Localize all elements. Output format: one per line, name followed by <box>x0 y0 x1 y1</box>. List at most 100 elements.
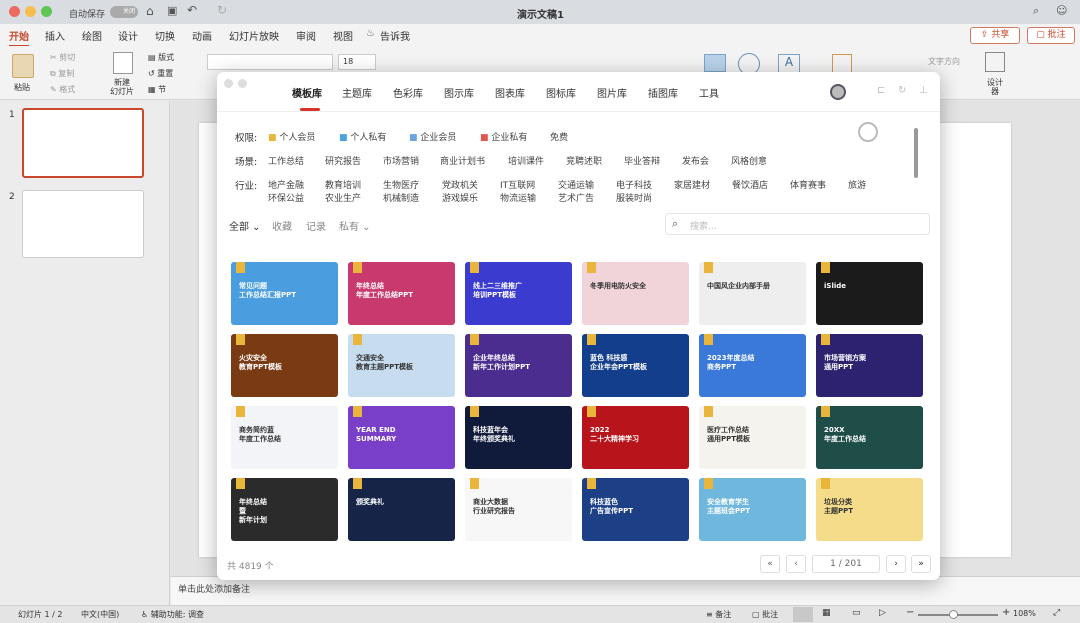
template-card[interactable]: 常见问题 工作总结汇报PPT <box>231 262 338 325</box>
template-card[interactable]: 科技蓝色 广告宣传PPT <box>582 478 689 541</box>
industry-item[interactable]: 餐饮酒店 <box>732 178 768 191</box>
cut-button[interactable]: ✂ 剪切 <box>50 52 75 63</box>
industry-item[interactable]: 环保公益 <box>268 191 304 202</box>
tell-me-search[interactable]: 告诉我 <box>380 28 410 43</box>
zoom-out-icon[interactable]: − <box>906 607 914 618</box>
scene-item[interactable]: 风格创意 <box>731 154 767 167</box>
slide-sorter-icon[interactable]: ▦ <box>822 608 831 618</box>
subtab-private[interactable]: 私有 ⌄ <box>339 218 371 233</box>
filter-enterprise-private[interactable]: ■ 企业私有 <box>480 130 527 143</box>
home-icon[interactable]: ⌂ <box>146 4 154 18</box>
ribbon-tab-draw[interactable]: 绘图 <box>82 28 102 43</box>
search-icon[interactable]: ⌕ <box>1033 4 1039 18</box>
comments-toggle[interactable]: ▢ 批注 <box>752 609 778 620</box>
filter-enterprise-member[interactable]: ■ 企业会员 <box>409 130 456 143</box>
normal-view-icon[interactable] <box>793 607 813 622</box>
tab-themes[interactable]: 主题库 <box>342 85 372 100</box>
template-card[interactable]: 20XX 年度工作总结 <box>816 406 923 469</box>
account-icon[interactable]: ☺ <box>1056 4 1067 17</box>
filter-personal-private[interactable]: ■ 个人私有 <box>339 130 386 143</box>
template-card[interactable]: 交通安全 教育主题PPT模板 <box>348 334 455 397</box>
template-card[interactable]: 商业大数据 行业研究报告 <box>465 478 572 541</box>
arrange-icon[interactable] <box>832 54 852 74</box>
reset-button[interactable]: ↺ 重置 <box>148 68 173 79</box>
collapse-icon[interactable]: ⊏ <box>877 85 885 96</box>
template-card[interactable]: 年终总结 暨 新年计划 <box>231 478 338 541</box>
layout-button[interactable]: ▤ 版式 <box>148 52 174 63</box>
notes-toggle[interactable]: ≡ 备注 <box>706 609 731 620</box>
industry-item[interactable]: 机械制造 <box>383 191 419 202</box>
format-painter-button[interactable]: ✎ 格式 <box>50 84 75 95</box>
next-page-button[interactable]: › <box>886 555 906 573</box>
template-card[interactable]: 中国风企业内部手册 <box>699 262 806 325</box>
template-card[interactable]: 企业年终总结 新年工作计划PPT <box>465 334 572 397</box>
template-card[interactable]: 颁奖典礼 <box>348 478 455 541</box>
tab-pictures[interactable]: 图片库 <box>597 85 627 100</box>
accessibility-status[interactable]: ♿ 辅助功能: 调查 <box>141 609 204 620</box>
zoom-slider[interactable] <box>918 614 998 616</box>
template-card[interactable]: 冬季用电防火安全 <box>582 262 689 325</box>
close-window-button[interactable] <box>9 6 20 17</box>
template-card[interactable]: 火灾安全 教育PPT模板 <box>231 334 338 397</box>
industry-item[interactable]: 交通运输 <box>558 178 594 191</box>
filter-scrollbar[interactable] <box>914 128 918 178</box>
industry-item[interactable]: 服装时尚 <box>616 191 652 202</box>
subtab-all[interactable]: 全部 ⌄ <box>229 218 261 233</box>
ribbon-tab-design[interactable]: 设计 <box>118 28 138 43</box>
tab-templates[interactable]: 模板库 <box>292 85 322 100</box>
font-size-dropdown[interactable]: 18 <box>338 54 376 70</box>
template-card[interactable]: 安全教育学生 主题班会PPT <box>699 478 806 541</box>
font-name-dropdown[interactable] <box>207 54 333 70</box>
scene-item[interactable]: 市场营销 <box>383 154 419 167</box>
slideshow-view-icon[interactable]: ▷ <box>879 608 886 618</box>
dialog-close-icon[interactable] <box>224 79 233 88</box>
ribbon-tab-insert[interactable]: 插入 <box>45 28 65 43</box>
comments-button[interactable]: ▢ 批注 <box>1027 27 1075 44</box>
minimize-window-button[interactable] <box>25 6 36 17</box>
template-card[interactable]: iSlide <box>816 262 923 325</box>
industry-item[interactable]: IT互联网 <box>500 178 535 191</box>
zoom-window-button[interactable] <box>41 6 52 17</box>
picture-icon[interactable] <box>704 54 726 72</box>
tab-charts[interactable]: 图表库 <box>495 85 525 100</box>
tab-icons[interactable]: 图标库 <box>546 85 576 100</box>
refresh-icon[interactable]: ↻ <box>898 85 906 96</box>
pin-icon[interactable]: ⊥ <box>919 85 928 96</box>
scene-item[interactable]: 毕业答辩 <box>624 154 660 167</box>
zoom-level[interactable]: 108% <box>1013 609 1036 618</box>
industry-item[interactable]: 艺术广告 <box>558 191 594 202</box>
template-card[interactable]: YEAR END SUMMARY <box>348 406 455 469</box>
scene-item[interactable]: 竞聘述职 <box>566 154 602 167</box>
copy-button[interactable]: ⧉ 复制 <box>50 68 74 79</box>
template-card[interactable]: 2022 二十大精神学习 <box>582 406 689 469</box>
tab-tools[interactable]: 工具 <box>699 85 719 100</box>
template-card[interactable]: 2023年度总结 商务PPT <box>699 334 806 397</box>
ribbon-tab-review[interactable]: 审阅 <box>296 28 316 43</box>
reading-view-icon[interactable]: ▭ <box>852 608 861 618</box>
page-indicator[interactable]: 1 / 201 <box>812 555 880 573</box>
user-avatar[interactable] <box>830 84 846 100</box>
search-box[interactable]: ⌕ 搜索... <box>665 213 930 235</box>
share-button[interactable]: ⇪ 共享 <box>970 27 1020 44</box>
subtab-favorites[interactable]: 收藏 <box>272 218 292 233</box>
tab-illustrations[interactable]: 插图库 <box>648 85 678 100</box>
scene-item[interactable]: 培训课件 <box>508 154 544 167</box>
template-card[interactable]: 市场营销方案 通用PPT <box>816 334 923 397</box>
fit-slide-icon[interactable]: ⤢ <box>1053 608 1060 618</box>
template-card[interactable]: 垃圾分类 主题PPT <box>816 478 923 541</box>
industry-item[interactable]: 物流运输 <box>500 191 536 202</box>
notes-placeholder[interactable]: 单击此处添加备注 <box>178 582 250 595</box>
subtab-history[interactable]: 记录 <box>306 218 326 233</box>
new-slide-icon[interactable] <box>113 52 133 74</box>
ribbon-tab-home[interactable]: 开始 <box>9 28 29 47</box>
first-page-button[interactable]: « <box>760 555 780 573</box>
language-status[interactable]: 中文(中国) <box>81 609 119 620</box>
template-card[interactable]: 商务简约蓝 年度工作总结 <box>231 406 338 469</box>
slide-thumbnail-2[interactable] <box>22 190 144 258</box>
template-card[interactable]: 医疗工作总结 通用PPT模板 <box>699 406 806 469</box>
save-icon[interactable]: ▣ <box>167 4 177 17</box>
ribbon-tab-transitions[interactable]: 切换 <box>155 28 175 43</box>
industry-item[interactable]: 党政机关 <box>442 178 478 191</box>
scene-item[interactable]: 研究报告 <box>325 154 361 167</box>
ribbon-tab-animations[interactable]: 动画 <box>192 28 212 43</box>
